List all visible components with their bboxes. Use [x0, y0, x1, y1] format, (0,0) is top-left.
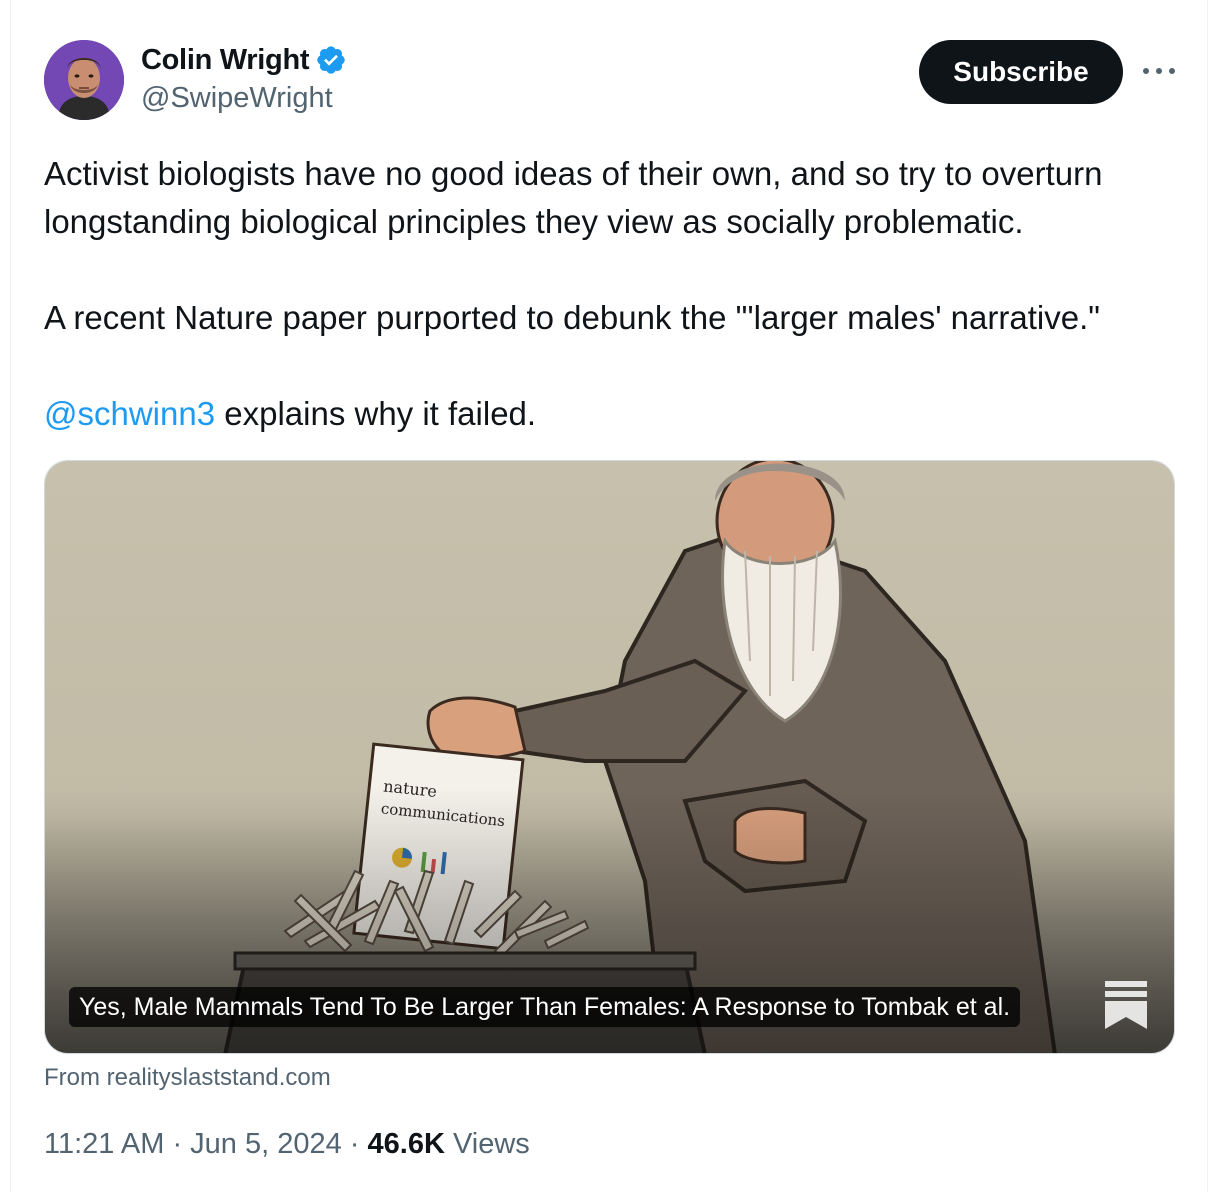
tweet-paragraph: @schwinn3 explains why it failed. — [44, 390, 1194, 438]
card-source[interactable]: From realityslaststand.com — [44, 1064, 331, 1092]
more-dot — [1169, 68, 1175, 74]
more-dot — [1143, 68, 1149, 74]
tweet-paragraph: A recent Nature paper purported to debun… — [44, 299, 1100, 336]
verified-badge-icon — [317, 46, 345, 74]
more-horizontal-icon[interactable] — [1139, 56, 1179, 86]
tweet-date[interactable]: Jun 5, 2024 — [190, 1128, 342, 1160]
link-card[interactable]: nature communications — [44, 460, 1175, 1054]
tweet-meta: 11:21 AM · Jun 5, 2024 · 46.6K Views — [44, 1128, 530, 1161]
subscribe-button[interactable]: Subscribe — [919, 40, 1123, 104]
author-name-row: Colin Wright — [141, 42, 347, 78]
mention-link[interactable]: @schwinn3 — [44, 395, 215, 432]
avatar-image — [44, 40, 124, 120]
views-count[interactable]: 46.6K — [368, 1128, 445, 1160]
views-label[interactable]: Views — [445, 1128, 530, 1160]
mention-tail: explains why it failed. — [215, 395, 537, 432]
author-display-name[interactable]: Colin Wright — [141, 44, 310, 77]
meta-separator: · — [164, 1128, 191, 1160]
tweet-container: Colin Wright @SwipeWright Subscribe Acti… — [10, 0, 1208, 1192]
card-title: Yes, Male Mammals Tend To Be Larger Than… — [69, 987, 1021, 1027]
meta-separator: · — [341, 1128, 368, 1160]
substack-icon — [1105, 981, 1147, 1029]
tweet-text: Activist biologists have no good ideas o… — [44, 150, 1194, 438]
author-handle[interactable]: @SwipeWright — [141, 82, 333, 115]
avatar[interactable] — [44, 40, 124, 120]
tweet-paragraph: Activist biologists have no good ideas o… — [44, 155, 1103, 240]
tweet-time[interactable]: 11:21 AM — [44, 1128, 164, 1160]
more-dot — [1156, 68, 1162, 74]
card-image: nature communications — [45, 461, 1174, 1053]
